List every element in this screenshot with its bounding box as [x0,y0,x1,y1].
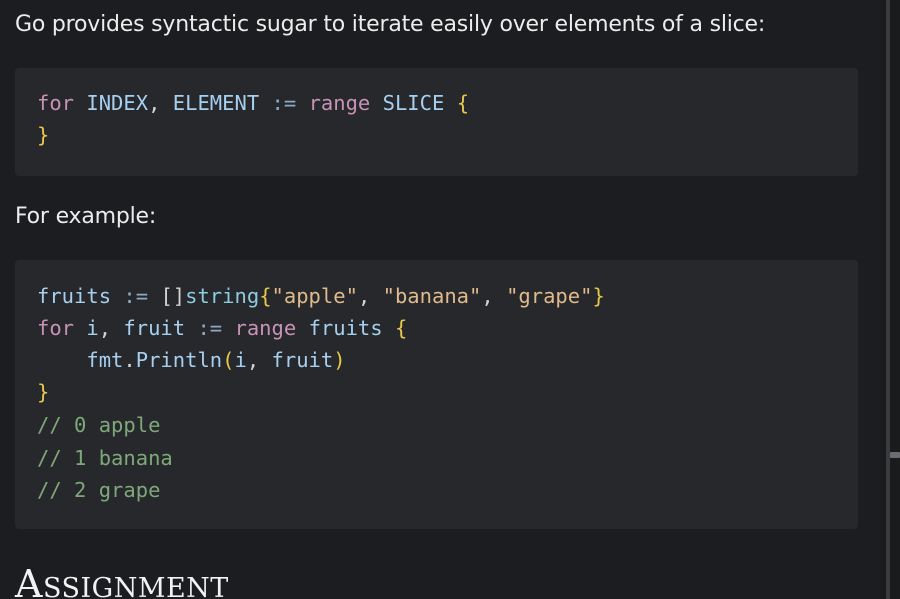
identifier-slice: SLICE [382,91,445,115]
close-paren: ) [333,348,346,372]
comment-line-3: // 2 grape [37,478,161,502]
close-brace: } [37,123,50,147]
identifier-i: i [86,316,99,340]
section-heading-assignment: Assignment [15,562,229,599]
example-line-4: } [37,380,49,404]
open-brace: { [259,284,272,308]
type-string: string [185,284,260,308]
identifier-fruit: fruit [123,316,186,340]
operator-assign: := [123,284,149,308]
punct-comma: , [246,348,260,372]
arg-fruit: fruit [271,348,334,372]
keyword-range: range [234,316,297,340]
identifier-element: ELEMENT [172,91,260,115]
close-brace: } [592,284,605,308]
identifier-fruits: fruits [308,316,383,340]
slice-brackets: [] [160,284,186,308]
open-brace: { [394,316,408,340]
example-line-1: fruits := []string{"apple", "banana", "g… [37,284,605,308]
example-line-2: for i, fruit := range fruits { [37,316,407,340]
example-code-block: fruits := []string{"apple", "banana", "g… [15,260,858,529]
punct-comma: , [481,284,494,308]
syntax-line-1: for INDEX, ELEMENT := range SLICE { [37,91,469,115]
arg-i: i [234,348,247,372]
syntax-code-block: for INDEX, ELEMENT := range SLICE { } [15,68,858,176]
syntax-line-2: } [37,123,49,147]
punct-comma: , [357,284,371,308]
scrollbar-track[interactable] [881,0,900,599]
keyword-for: for [37,91,75,115]
string-apple: "apple" [271,284,358,308]
comment-line-1: // 0 apple [37,413,161,437]
string-banana: "banana" [382,284,482,308]
identifier-fruits: fruits [37,284,112,308]
operator-assign: := [197,316,223,340]
function-println: Println [135,348,223,372]
comment-line-2: // 1 banana [37,446,173,470]
intro-paragraph: Go provides syntactic sugar to iterate e… [15,12,766,37]
scrollbar-thumb[interactable] [890,452,900,458]
close-brace: } [37,380,50,404]
open-paren: ( [222,348,235,372]
package-fmt: fmt [86,348,124,372]
open-brace: { [456,91,470,115]
scrollbar-rail [886,0,890,599]
example-label: For example: [15,204,157,229]
keyword-for: for [37,316,75,340]
keyword-range: range [308,91,371,115]
punct-dot: . [123,348,136,372]
punct-comma: , [148,91,161,115]
punct-comma: , [98,316,112,340]
string-grape: "grape" [506,284,593,308]
identifier-index: INDEX [86,91,149,115]
example-line-3: fmt.Println(i, fruit) [37,348,346,372]
operator-assign: := [271,91,297,115]
